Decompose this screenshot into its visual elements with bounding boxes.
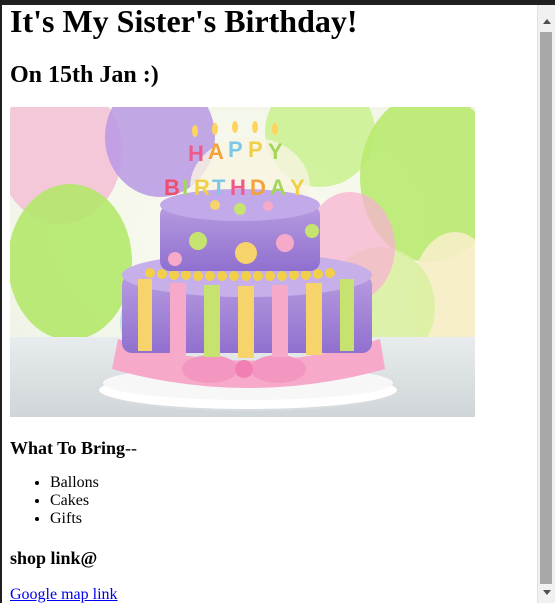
list-item: Cakes (50, 492, 538, 510)
svg-text:D: D (250, 175, 266, 200)
page-viewport: It's My Sister's Birthday! On 15th Jan :… (2, 5, 538, 603)
bring-list: Ballons Cakes Gifts (10, 474, 538, 528)
page-content: It's My Sister's Birthday! On 15th Jan :… (2, 5, 538, 603)
svg-text:A: A (208, 139, 224, 164)
bring-heading-text: What To Bring (10, 438, 126, 458)
page-subtitle: On 15th Jan :) (10, 62, 159, 88)
browser-window: It's My Sister's Birthday! On 15th Jan :… (0, 0, 555, 603)
vertical-scrollbar[interactable] (537, 5, 555, 603)
svg-text:H: H (188, 141, 204, 166)
shop-heading: shop link@ (10, 548, 98, 568)
svg-text:Y: Y (268, 139, 283, 164)
scroll-down-icon[interactable] (538, 584, 555, 601)
page-title: It's My Sister's Birthday! (10, 5, 358, 39)
birthday-cake-image: H A P P Y B I R T H D A Y (10, 107, 475, 417)
svg-text:A: A (270, 175, 286, 200)
svg-text:P: P (228, 137, 243, 162)
svg-text:B: B (164, 175, 180, 200)
svg-text:R: R (194, 175, 210, 200)
svg-text:H: H (230, 175, 246, 200)
svg-text:T: T (212, 175, 226, 200)
bring-heading: What To Bring-- (10, 438, 538, 458)
bring-heading-suffix: -- (125, 438, 138, 458)
scroll-thumb[interactable] (540, 32, 552, 584)
scroll-up-icon[interactable] (538, 13, 555, 30)
svg-text:I: I (182, 175, 188, 200)
list-item: Gifts (50, 510, 538, 528)
list-item: Ballons (50, 474, 538, 492)
svg-text:Y: Y (290, 175, 305, 200)
svg-text:P: P (248, 137, 263, 162)
google-map-link[interactable]: Google map link (10, 586, 118, 603)
